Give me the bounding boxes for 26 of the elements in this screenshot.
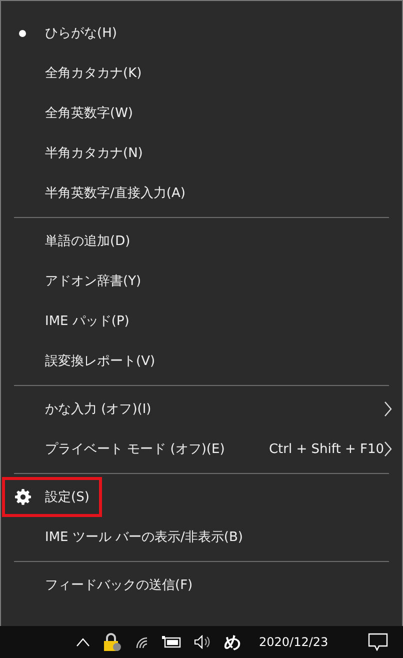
padlock-icon[interactable] xyxy=(102,633,122,651)
chevron-right-icon xyxy=(384,441,392,457)
ime-mode-indicator[interactable]: め xyxy=(224,630,241,654)
menu-item[interactable]: 全角英数字(W) xyxy=(15,102,133,124)
menu-item[interactable]: 設定(S) xyxy=(5,480,100,514)
menu-item[interactable]: フィードバックの送信(F) xyxy=(45,574,193,596)
chevron-right-icon xyxy=(384,401,392,417)
menu-item[interactable]: 誤変換レポート(V) xyxy=(45,350,156,372)
shortcut-label: Ctrl + Shift + F10 xyxy=(268,442,384,456)
menu-item[interactable]: IME ツール バーの表示/非表示(B) xyxy=(45,526,243,548)
menu-item[interactable]: プライベート モード (オフ)(E) xyxy=(45,438,225,460)
battery-icon[interactable] xyxy=(162,636,182,648)
speaker-icon[interactable] xyxy=(194,635,212,649)
menu-item[interactable]: 半角カタカナ(N) xyxy=(15,142,143,164)
menu-item[interactable]: かな入力 (オフ)(I) xyxy=(45,398,152,420)
menu-item[interactable]: 全角カタカナ(K) xyxy=(15,62,142,84)
notification-icon[interactable] xyxy=(368,633,388,651)
clock-date[interactable]: 2020/12/23 xyxy=(259,635,328,649)
menu-item[interactable]: 単語の追加(D) xyxy=(45,230,130,252)
menu-item[interactable]: 半角英数字/直接入力(A) xyxy=(15,182,186,204)
menu-item[interactable]: IME パッド(P) xyxy=(45,310,130,332)
settings-icon xyxy=(15,489,31,505)
menu-item[interactable]: ひらがな(H) xyxy=(15,22,117,44)
menu-item[interactable]: アドオン辞書(Y) xyxy=(45,270,142,292)
chevron-up-icon[interactable] xyxy=(76,637,90,647)
wifi-icon[interactable] xyxy=(134,635,150,649)
